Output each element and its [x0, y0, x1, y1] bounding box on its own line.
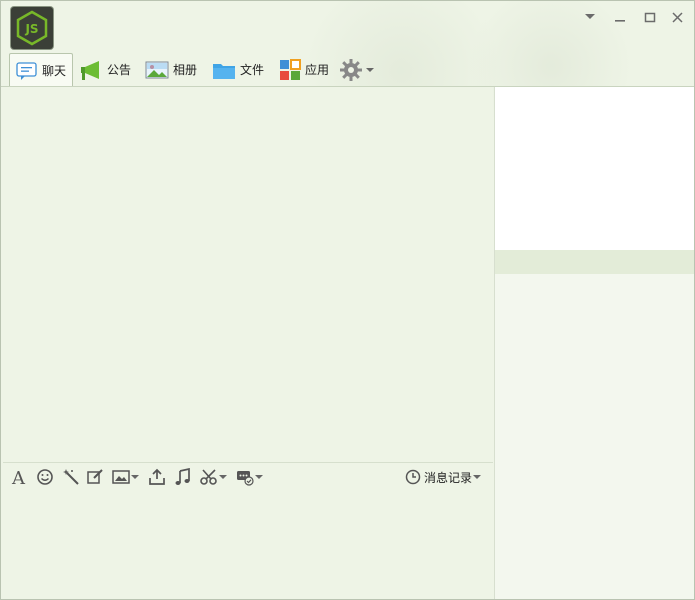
settings-button[interactable]: [339, 53, 381, 86]
upload-icon: [149, 468, 165, 485]
clock-icon: [405, 469, 421, 485]
upload-button[interactable]: [147, 467, 167, 487]
screenshot-button[interactable]: [197, 467, 231, 487]
tab-files[interactable]: 文件: [212, 53, 272, 86]
svg-text:A: A: [11, 468, 26, 486]
folder-icon: [213, 63, 235, 79]
message-history-label: 消息记录: [424, 470, 473, 485]
nodejs-logo-icon: JS: [16, 10, 48, 46]
screen-record-button[interactable]: [233, 467, 267, 487]
apps-grid-icon: [280, 58, 301, 80]
maximize-button[interactable]: [639, 7, 661, 27]
input-toolbar: A 消息记录: [3, 462, 493, 491]
emoji-button[interactable]: [35, 467, 55, 487]
maximize-icon: [644, 12, 656, 23]
tab-label: 应用: [305, 63, 330, 77]
close-button[interactable]: [667, 7, 689, 27]
image-icon: [112, 470, 130, 484]
megaphone-icon: [81, 60, 99, 80]
message-area[interactable]: [3, 87, 493, 462]
image-button[interactable]: [109, 467, 143, 487]
chevron-down-icon: [255, 475, 263, 479]
tab-label: 相册: [173, 63, 198, 77]
member-list-header: [495, 250, 694, 274]
tab-label: 聊天: [42, 64, 67, 78]
music-button[interactable]: [173, 467, 193, 487]
tab-label: 文件: [240, 63, 265, 77]
scissors-icon: [200, 469, 217, 485]
tab-album[interactable]: 相册: [145, 53, 205, 86]
emoji-icon: [37, 469, 53, 485]
logo-text: JS: [24, 22, 38, 36]
magic-wand-button[interactable]: [61, 467, 81, 487]
dropdown-arrow-button[interactable]: [579, 7, 601, 27]
minimize-icon: [615, 20, 625, 22]
dropdown-arrow-icon: [585, 14, 595, 19]
chat-bubble-icon: [16, 61, 37, 80]
edit-button[interactable]: [85, 467, 105, 487]
magic-wand-icon: [63, 469, 79, 485]
announcement-panel: [495, 87, 694, 250]
gear-icon: [340, 58, 362, 81]
photo-icon: [145, 61, 169, 78]
font-icon: A: [11, 468, 26, 486]
music-icon: [175, 468, 190, 485]
minimize-button[interactable]: [609, 7, 631, 27]
message-history-button[interactable]: 消息记录: [405, 467, 485, 487]
tab-label: 公告: [107, 63, 132, 77]
edit-icon: [87, 469, 103, 484]
chevron-down-icon: [473, 475, 482, 479]
group-avatar[interactable]: JS: [11, 7, 53, 49]
right-sidebar: [494, 87, 694, 599]
tab-chat[interactable]: 聊天: [9, 53, 73, 87]
tab-apps[interactable]: 应用: [279, 53, 339, 86]
chevron-down-icon: [366, 67, 374, 72]
chevron-down-icon: [131, 475, 139, 479]
font-button[interactable]: A: [9, 467, 29, 487]
chevron-down-icon: [219, 475, 227, 479]
chat-window: JS 聊天 公告 相册 文件 应用 A 消息记录: [0, 0, 695, 600]
message-input[interactable]: [3, 491, 493, 598]
close-icon: [672, 12, 683, 23]
tab-announcement[interactable]: 公告: [79, 53, 137, 86]
screen-record-icon: [237, 471, 254, 486]
